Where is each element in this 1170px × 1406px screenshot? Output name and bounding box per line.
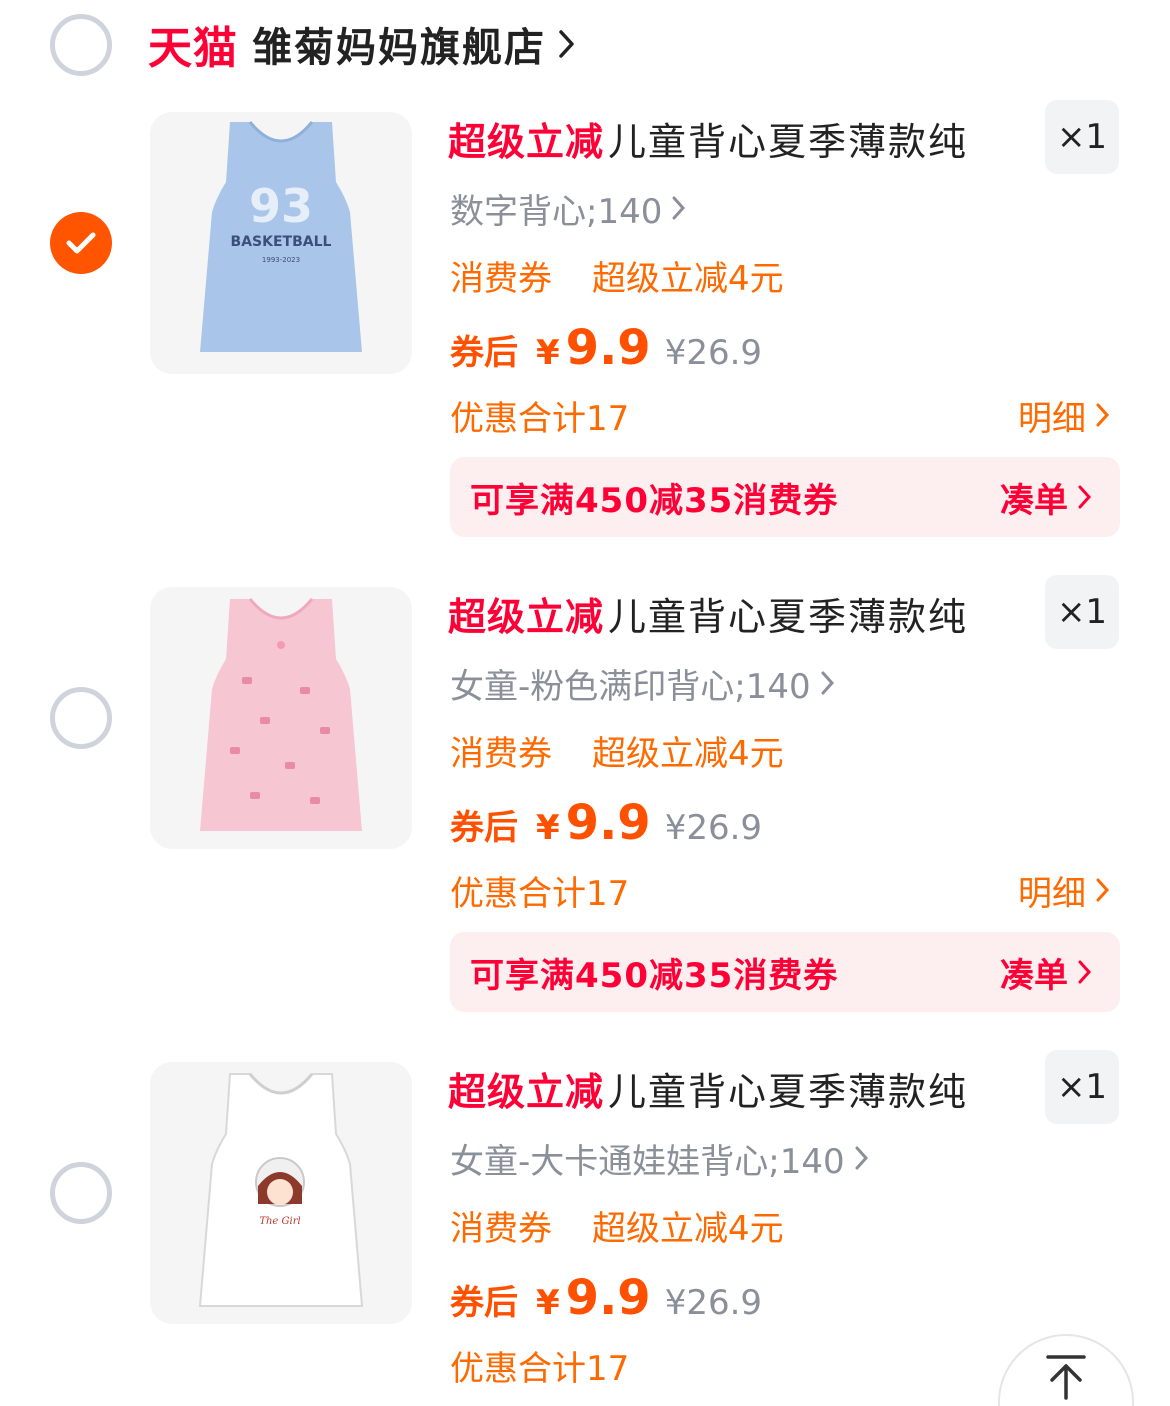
shop-header[interactable]: 天猫 雏菊妈妈旗舰店 (148, 14, 576, 74)
shop-name: 雏菊妈妈旗舰店 (252, 25, 546, 71)
original-price: ¥26.9 (664, 333, 763, 373)
coupon-bar[interactable]: 可享满450减35消费券 凑单 (450, 457, 1120, 537)
chevron-right-icon (559, 30, 574, 58)
discount-detail-link[interactable]: 明细 (1018, 865, 1110, 915)
svg-text:93: 93 (249, 179, 313, 233)
svg-text:The Girl: The Girl (259, 1216, 300, 1227)
after-coupon-label: 券后 (450, 1283, 518, 1323)
discount-detail-link[interactable]: 明细 (1018, 390, 1110, 440)
shop-select-radio[interactable] (50, 14, 112, 76)
product-title-text: 儿童背心夏季薄款纯 (608, 594, 969, 639)
coupon-text: 可享满450减35消费券 (470, 480, 839, 521)
coupon-bar[interactable]: 可享满450减35消费券 凑单 (450, 932, 1120, 1012)
discount-total: 优惠合计17 (450, 873, 630, 914)
promo-line: 消费券 超级立减4元 (450, 250, 784, 300)
cart-page: 天猫 雏菊妈妈旗舰店 93 BASKETBALL 1993-2023 超级立减 … (0, 0, 1170, 1406)
super-discount-badge: 超级立减 (448, 594, 605, 639)
sku-spec-text: 数字背心;140 (450, 191, 663, 232)
discount-total: 优惠合计17 (450, 1348, 630, 1389)
sku-spec-selector[interactable]: 女童-大卡通娃娃背心;140 (450, 1133, 869, 1183)
add-on-button[interactable]: 凑单 (1000, 948, 1092, 997)
promo-detail: 超级立减4元 (592, 258, 784, 299)
chevron-right-icon (1096, 878, 1110, 902)
price-line: 券后 ¥ 9.9 ¥26.9 (450, 795, 762, 855)
chevron-right-icon (1096, 403, 1110, 427)
final-price: 9.9 (565, 1270, 651, 1326)
svg-text:BASKETBALL: BASKETBALL (231, 234, 332, 250)
super-discount-badge: 超级立减 (448, 119, 605, 164)
product-title-text: 儿童背心夏季薄款纯 (608, 1069, 969, 1114)
after-coupon-label: 券后 (450, 808, 518, 848)
currency-symbol: ¥ (536, 333, 560, 373)
sku-spec-selector[interactable]: 数字背心;140 (450, 183, 686, 233)
item-select-radio[interactable] (50, 1162, 112, 1224)
sku-spec-text: 女童-大卡通娃娃背心;140 (450, 1141, 845, 1182)
back-to-top-button[interactable] (998, 1334, 1134, 1406)
price-line: 券后 ¥ 9.9 ¥26.9 (450, 320, 762, 380)
chevron-right-icon (1078, 485, 1092, 509)
chevron-right-icon (1078, 960, 1092, 984)
chevron-right-icon (855, 1146, 868, 1170)
quantity-button[interactable]: ×1 (1045, 575, 1119, 649)
super-discount-badge: 超级立减 (448, 1069, 605, 1114)
tank-top-blue-image: 93 BASKETBALL 1993-2023 (200, 121, 362, 352)
after-coupon-label: 券后 (450, 333, 518, 373)
discount-total: 优惠合计17 (450, 398, 630, 439)
item-select-radio-checked[interactable] (50, 212, 112, 274)
product-image[interactable]: 93 BASKETBALL 1993-2023 (150, 112, 412, 374)
chevron-right-icon (821, 671, 834, 695)
add-on-label: 凑单 (1000, 955, 1068, 996)
add-on-label: 凑单 (1000, 480, 1068, 521)
product-image[interactable] (150, 587, 412, 849)
svg-text:1993-2023: 1993-2023 (262, 256, 300, 264)
product-title[interactable]: 超级立减 儿童背心夏季薄款纯 (448, 1058, 968, 1118)
promo-line: 消费券 超级立减4元 (450, 1200, 784, 1250)
product-title[interactable]: 超级立减 儿童背心夏季薄款纯 (448, 583, 968, 643)
original-price: ¥26.9 (664, 808, 763, 848)
quantity-button[interactable]: ×1 (1045, 100, 1119, 174)
item-select-radio[interactable] (50, 687, 112, 749)
final-price: 9.9 (565, 320, 651, 376)
currency-symbol: ¥ (536, 1283, 560, 1323)
checkmark-icon (66, 232, 96, 254)
detail-label: 明细 (1018, 398, 1086, 439)
coupon-text: 可享满450减35消费券 (470, 955, 839, 996)
arrow-up-to-top-icon (1046, 1355, 1086, 1400)
sku-spec-selector[interactable]: 女童-粉色满印背心;140 (450, 658, 835, 708)
quantity-button[interactable]: ×1 (1045, 1050, 1119, 1124)
add-on-button[interactable]: 凑单 (1000, 473, 1092, 522)
promo-tag: 消费券 (450, 1208, 552, 1249)
tank-top-white-image: The Girl (198, 1073, 364, 1307)
promo-tag: 消费券 (450, 258, 552, 299)
promo-detail: 超级立减4元 (592, 1208, 784, 1249)
detail-label: 明细 (1018, 873, 1086, 914)
tmall-logo: 天猫 (148, 23, 238, 74)
currency-symbol: ¥ (536, 808, 560, 848)
product-title[interactable]: 超级立减 儿童背心夏季薄款纯 (448, 108, 968, 168)
product-title-text: 儿童背心夏季薄款纯 (608, 119, 969, 164)
chevron-right-icon (672, 196, 686, 220)
promo-detail: 超级立减4元 (592, 733, 784, 774)
final-price: 9.9 (565, 795, 651, 851)
product-image[interactable]: The Girl (150, 1062, 412, 1324)
promo-tag: 消费券 (450, 733, 552, 774)
original-price: ¥26.9 (664, 1283, 763, 1323)
promo-line: 消费券 超级立减4元 (450, 725, 784, 775)
tank-top-pink-image (200, 598, 362, 831)
sku-spec-text: 女童-粉色满印背心;140 (450, 666, 811, 707)
price-line: 券后 ¥ 9.9 ¥26.9 (450, 1270, 762, 1330)
